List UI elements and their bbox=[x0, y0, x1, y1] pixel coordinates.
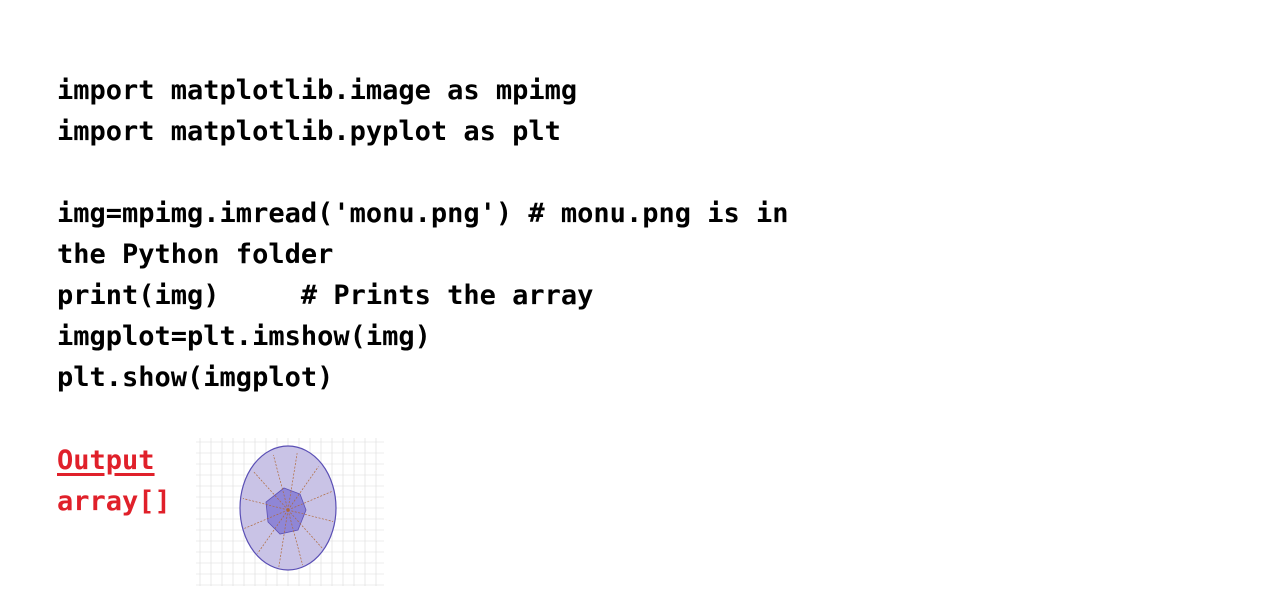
code-line: import matplotlib.pyplot as plt bbox=[57, 116, 561, 147]
output-section: Output array[] bbox=[57, 440, 171, 522]
code-line: the Python folder bbox=[57, 239, 334, 270]
ellipse-diagram-image bbox=[196, 438, 384, 586]
code-line: plt.show(imgplot) bbox=[57, 362, 334, 393]
code-line: print(img) # Prints the array bbox=[57, 280, 594, 311]
code-block: import matplotlib.image as mpimg import m… bbox=[57, 70, 789, 398]
code-line: imgplot=plt.imshow(img) bbox=[57, 321, 431, 352]
output-value: array[] bbox=[57, 486, 171, 517]
output-label: Output bbox=[57, 445, 155, 476]
code-line: img=mpimg.imread('monu.png') # monu.png … bbox=[57, 198, 789, 229]
code-line: import matplotlib.image as mpimg bbox=[57, 75, 578, 106]
